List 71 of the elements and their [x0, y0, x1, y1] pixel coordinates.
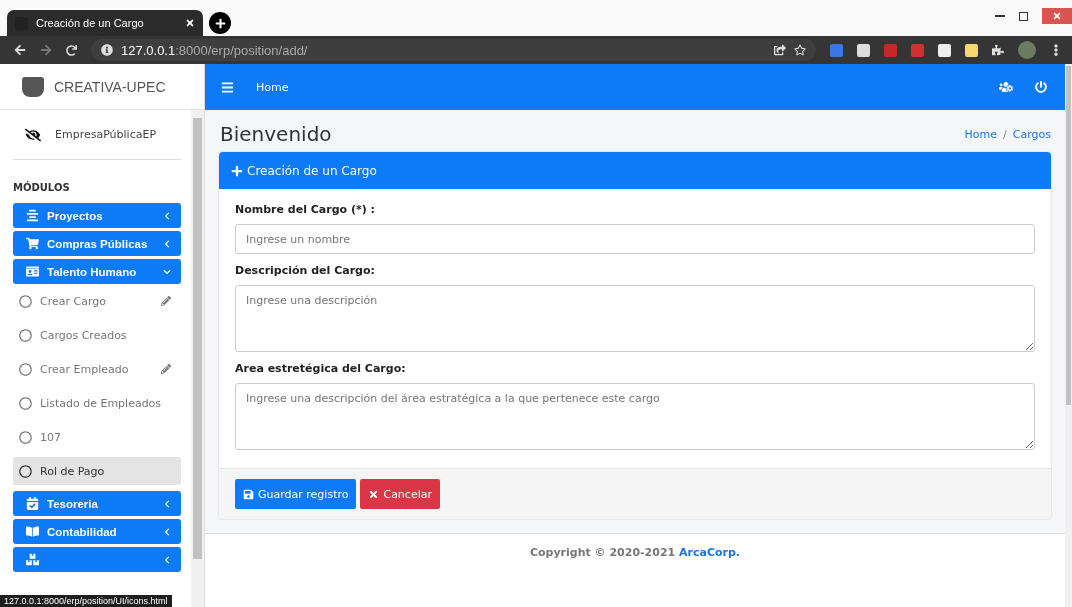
forward-icon[interactable]: [40, 44, 52, 56]
back-icon[interactable]: [14, 44, 26, 56]
close-icon: [368, 488, 380, 500]
company-link[interactable]: ArcaCorp.: [679, 546, 741, 559]
menu-group[interactable]: Compras Públicas: [13, 231, 181, 256]
menu-item[interactable]: Crear Cargo: [13, 287, 181, 315]
user-name: EmpresaPúblicaEP: [55, 128, 157, 141]
power-icon[interactable]: [1035, 81, 1047, 93]
module-icon: [26, 237, 39, 250]
menu-item[interactable]: 107: [13, 423, 181, 451]
module-icon: [26, 525, 39, 538]
save-icon: [243, 488, 254, 500]
page-title: Bienvenido: [220, 122, 332, 146]
reload-icon[interactable]: [66, 44, 77, 56]
extension-icon[interactable]: [938, 43, 951, 57]
users-icon[interactable]: [999, 80, 1013, 94]
module-icon: [26, 265, 39, 278]
extension-icon[interactable]: [965, 43, 978, 57]
chevron-down-icon: [163, 267, 171, 276]
section-header: MÓDULOS: [13, 180, 71, 195]
chevron-left-icon: [163, 527, 171, 536]
module-icon: [26, 553, 39, 566]
module-icon: [26, 209, 39, 222]
plus-icon: [231, 164, 243, 177]
browser-tab[interactable]: Creación de un Cargo: [7, 10, 203, 36]
menu-group[interactable]: [13, 547, 181, 572]
chevron-left-icon: [163, 555, 171, 564]
chevron-left-icon: [163, 239, 171, 248]
field-label: Nombre del Cargo (*) :: [235, 203, 376, 216]
input-field[interactable]: Ingrese un nombre: [235, 224, 1035, 254]
field-label: Descripción del Cargo:: [235, 264, 376, 277]
menu-item[interactable]: Listado de Empleados: [13, 389, 181, 417]
cancel-button[interactable]: Cancelar: [360, 479, 440, 509]
restore-icon[interactable]: [1019, 11, 1028, 21]
new-tab-button[interactable]: [209, 12, 231, 34]
scrollbar-thumb[interactable]: [193, 118, 202, 559]
menu-group[interactable]: Proyectos: [13, 203, 181, 228]
menu-group[interactable]: Talento Humano: [13, 259, 181, 284]
extension-icon[interactable]: [857, 43, 870, 57]
star-icon[interactable]: [794, 44, 806, 56]
share-icon[interactable]: [774, 44, 786, 56]
chevron-left-icon: [163, 211, 171, 220]
chevron-left-icon: [163, 499, 171, 508]
copyright-text: Copyright © 2020-2021 ArcaCorp.: [529, 546, 741, 561]
field-label: Area estretégica del Cargo:: [235, 362, 407, 375]
address-bar[interactable]: 127.0.0.1:8000/erp/position/add/: [91, 39, 816, 61]
card-title: Creación de un Cargo: [247, 163, 377, 178]
save-button[interactable]: Guardar registro: [235, 479, 357, 509]
plus-icon: [214, 17, 226, 29]
close-icon[interactable]: [185, 18, 195, 28]
brand-name: CREATIVA-UPEC: [54, 78, 166, 95]
logo-icon: [22, 76, 44, 97]
menu-item[interactable]: Rol de Pago: [13, 457, 181, 485]
breadcrumb-link[interactable]: Cargos: [1012, 127, 1051, 141]
menu-item[interactable]: Cargos Creados: [13, 321, 181, 349]
breadcrumb-link[interactable]: Home: [964, 127, 998, 141]
menu-group[interactable]: Contabilidad: [13, 519, 181, 544]
text-area[interactable]: Ingrese una descripción: [235, 285, 1035, 352]
breadcrumb-separator: /: [1003, 127, 1007, 141]
module-icon: [26, 497, 39, 510]
menu-group[interactable]: Tesoreria: [13, 491, 181, 516]
scrollbar-thumb[interactable]: [1066, 66, 1071, 405]
menu-item[interactable]: Crear Empleado: [13, 355, 181, 383]
close-button[interactable]: [1042, 8, 1072, 24]
info-icon: [101, 44, 113, 56]
menu-icon[interactable]: [221, 80, 234, 94]
puzzle-icon[interactable]: [992, 44, 1004, 56]
text-area[interactable]: Ingrese una descripción del área estratégica a la que pertenece este cargo: [235, 383, 1035, 450]
status-tooltip: 127.0.0.1:8000/erp/position/UI/icons.html: [0, 595, 172, 607]
avatar[interactable]: [1018, 41, 1036, 59]
close-icon: [1052, 11, 1062, 21]
